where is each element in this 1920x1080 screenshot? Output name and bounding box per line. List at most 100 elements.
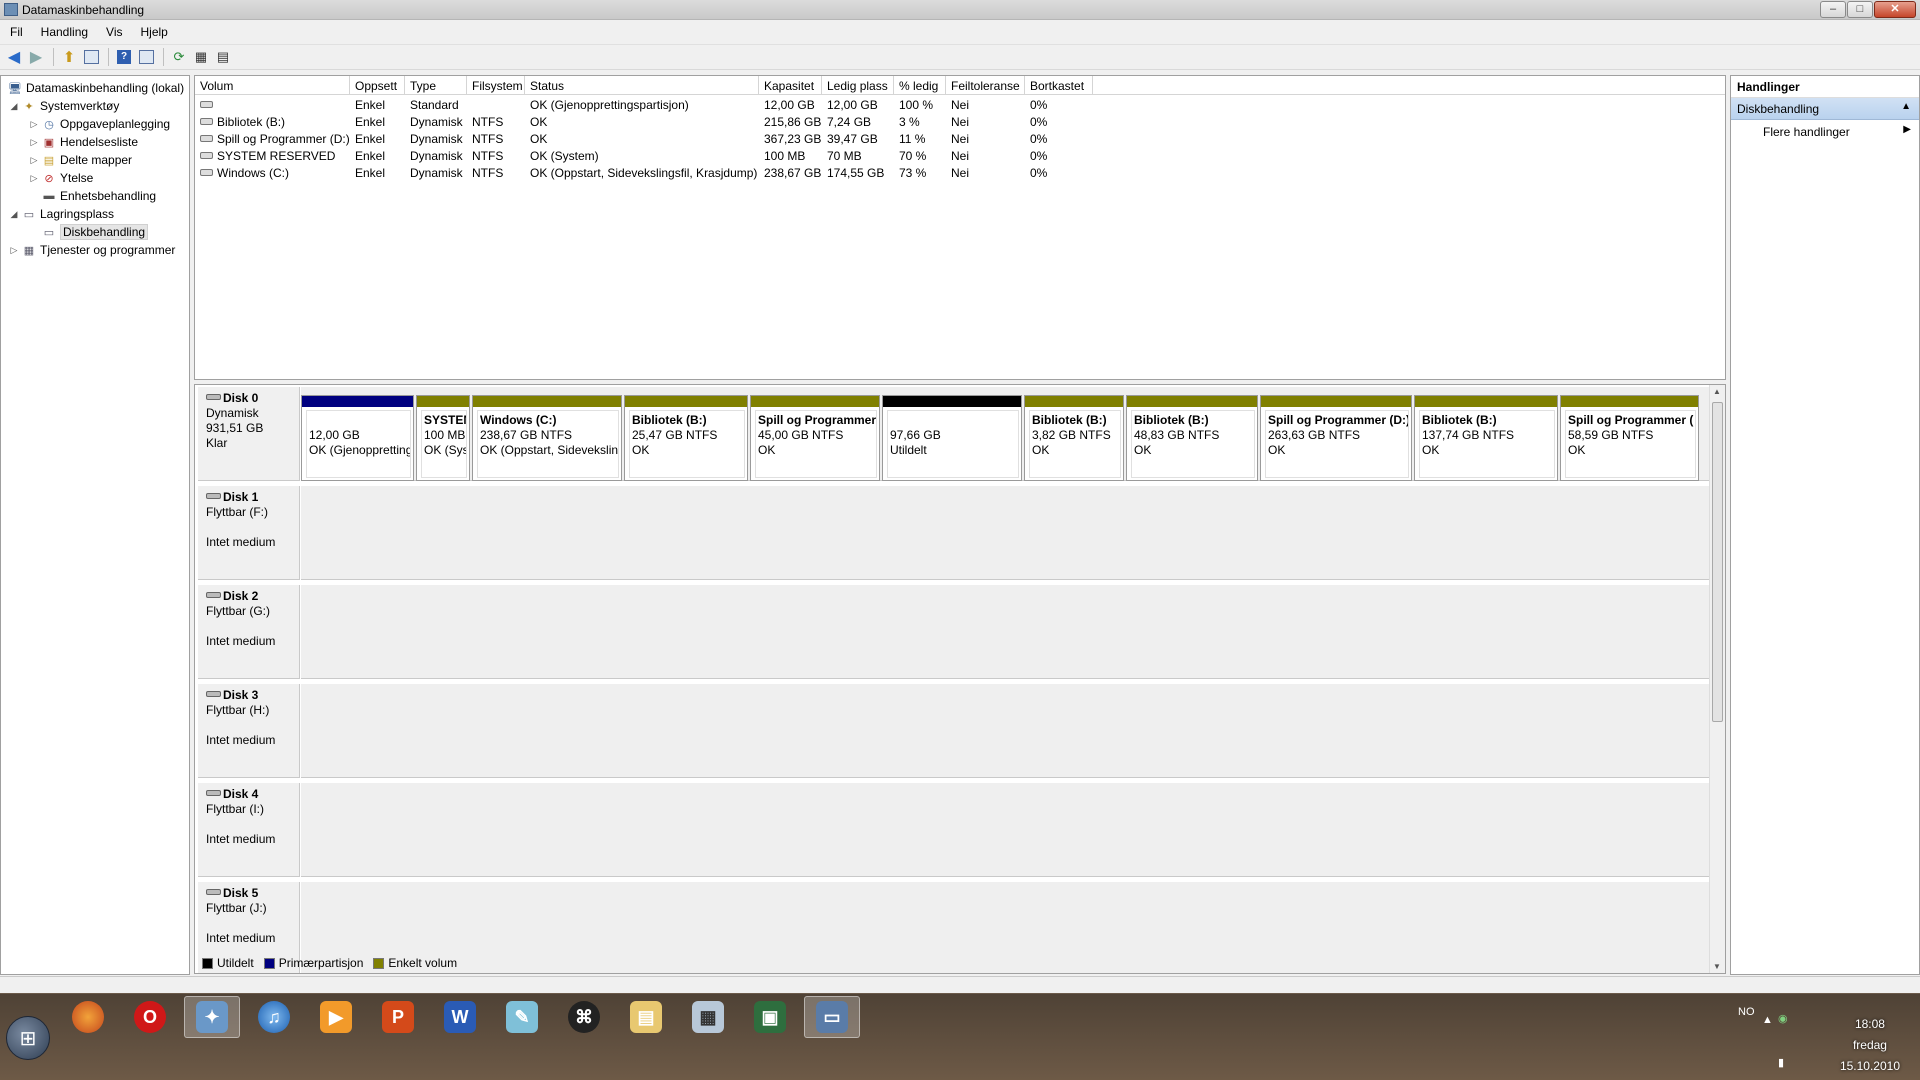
taskbar-media-player[interactable]: ▶ bbox=[308, 996, 364, 1038]
partition-name: Spill og Programmer (D:) bbox=[1268, 413, 1409, 427]
scroll-down-icon[interactable]: ▼ bbox=[1713, 962, 1721, 971]
tree-root[interactable]: 🖥 Datamaskinbehandling (lokal) bbox=[5, 79, 184, 97]
partition-block[interactable]: Spill og Programmer (D:) 263,63 GB NTFS OK bbox=[1260, 395, 1412, 481]
forward-icon[interactable]: ▶ bbox=[26, 47, 46, 67]
menu-handling[interactable]: Handling bbox=[31, 21, 96, 43]
column-header[interactable]: % ledig bbox=[894, 76, 946, 95]
partition-block[interactable]: Bibliotek (B:) 3,82 GB NTFS OK bbox=[1024, 395, 1124, 481]
table-row[interactable]: Bibliotek (B:) Enkel Dynamisk NTFS OK 215,86 … bbox=[195, 113, 1725, 130]
refresh-icon[interactable]: ⟳ bbox=[169, 47, 189, 67]
tree-item-tjenester[interactable]: ▷ ▦ Tjenester og programmer bbox=[9, 241, 176, 259]
disk-label[interactable]: Disk 3 Flyttbar (H:) Intet medium bbox=[198, 684, 300, 778]
legend-label: Utildelt bbox=[217, 956, 254, 970]
cell-text: Dynamisk bbox=[410, 132, 463, 146]
expand-icon[interactable]: ▷ bbox=[29, 119, 39, 130]
partition-block[interactable]: Bibliotek (B:) 25,47 GB NTFS OK bbox=[624, 395, 748, 481]
taskbar-terminal[interactable]: ⌘ bbox=[556, 996, 612, 1038]
table-cell: 11 % bbox=[894, 130, 946, 147]
table-row[interactable]: Windows (C:) Enkel Dynamisk NTFS OK (Oppstar… bbox=[195, 164, 1725, 181]
menu-hjelp[interactable]: Hjelp bbox=[131, 21, 176, 43]
tree-item-delte-mapper[interactable]: ▷ ▤ Delte mapper bbox=[29, 151, 133, 169]
taskbar-steam[interactable]: ✦ bbox=[184, 996, 240, 1038]
column-header[interactable]: Filsystem bbox=[467, 76, 525, 95]
taskbar-word[interactable]: W bbox=[432, 996, 488, 1038]
tree-item-diskbehandling[interactable]: ▭ Diskbehandling bbox=[39, 223, 149, 241]
export-icon[interactable]: ▤ bbox=[213, 47, 233, 67]
actions-section-diskbehandling[interactable]: Diskbehandling ▲ bbox=[1731, 98, 1919, 120]
disk-label[interactable]: Disk 0 Dynamisk 931,51 GB Klar bbox=[198, 387, 300, 481]
help-icon[interactable]: ? bbox=[114, 47, 134, 67]
table-cell: Nei bbox=[946, 147, 1025, 164]
expand-icon[interactable]: ▷ bbox=[9, 245, 19, 256]
network-status-icon[interactable]: ◉ bbox=[1778, 1012, 1788, 1025]
scroll-up-icon[interactable]: ▲ bbox=[1713, 387, 1721, 396]
taskbar-itunes[interactable]: ♫ bbox=[246, 996, 302, 1038]
taskbar-notepad[interactable]: ✎ bbox=[494, 996, 550, 1038]
tree-item-oppgaveplanlegging[interactable]: ▷ ◷ Oppgaveplanlegging bbox=[29, 115, 171, 133]
expand-icon[interactable]: ▷ bbox=[29, 173, 39, 184]
show-hidden-icons-icon[interactable]: ▲ bbox=[1762, 1014, 1773, 1026]
partition-block[interactable]: Spill og Programmer (58,59 GB NTFS OK bbox=[1560, 395, 1699, 481]
partition-block[interactable]: Spill og Programmer 45,00 GB NTFS OK bbox=[750, 395, 880, 481]
column-header[interactable]: Status bbox=[525, 76, 759, 95]
tree-item-enhetsbehandling[interactable]: ▬ Enhetsbehandling bbox=[39, 187, 157, 205]
collapse-icon[interactable]: ◢ bbox=[9, 209, 19, 220]
collapse-arrow-icon[interactable]: ▲ bbox=[1901, 101, 1911, 112]
partition-block[interactable]: Bibliotek (B:) 48,83 GB NTFS OK bbox=[1126, 395, 1258, 481]
table-row[interactable]: Spill og Programmer (D:) Enkel Dynamisk NTF… bbox=[195, 130, 1725, 147]
tree-item-ytelse[interactable]: ▷ ⊘ Ytelse bbox=[29, 169, 94, 187]
language-indicator[interactable]: NO bbox=[1738, 1006, 1755, 1018]
partition-block[interactable]: 97,66 GB Utildelt bbox=[882, 395, 1022, 481]
title-bar[interactable]: Datamaskinbehandling – □ ✕ bbox=[0, 0, 1920, 20]
scroll-thumb[interactable] bbox=[1712, 402, 1723, 722]
menu-vis[interactable]: Vis bbox=[96, 21, 130, 43]
expand-icon[interactable]: ▷ bbox=[29, 137, 39, 148]
column-header[interactable]: Feiltoleranse bbox=[946, 76, 1025, 95]
disk-label[interactable]: Disk 2 Flyttbar (G:) Intet medium bbox=[198, 585, 300, 679]
table-row[interactable]: SYSTEM RESERVED Enkel Dynamisk NTFS OK (Syst… bbox=[195, 147, 1725, 164]
column-header[interactable]: Ledig plass bbox=[822, 76, 894, 95]
clock[interactable]: 18:08 fredag 15.10.2010 bbox=[1840, 1014, 1900, 1077]
show-hide-tree-icon[interactable] bbox=[81, 47, 101, 67]
column-header[interactable]: Oppsett bbox=[350, 76, 405, 95]
table-cell: Enkel bbox=[350, 130, 405, 147]
table-cell: Spill og Programmer (D:) bbox=[195, 130, 350, 147]
show-hide-action-icon[interactable] bbox=[136, 47, 156, 67]
menu-fil[interactable]: Fil bbox=[0, 21, 31, 43]
tree-item-hendelsesliste[interactable]: ▷ ▣ Hendelsesliste bbox=[29, 133, 139, 151]
cell-text: NTFS bbox=[472, 132, 504, 146]
signal-icon[interactable]: ▮ bbox=[1778, 1056, 1784, 1069]
taskbar-opera[interactable]: O bbox=[122, 996, 178, 1038]
taskbar-powerpoint[interactable]: P bbox=[370, 996, 426, 1038]
start-button[interactable]: ⊞ bbox=[6, 1016, 50, 1060]
partition-block[interactable]: Bibliotek (B:) 137,74 GB NTFS OK bbox=[1414, 395, 1558, 481]
vertical-scrollbar[interactable]: ▲ ▼ bbox=[1709, 385, 1725, 973]
column-header[interactable]: Type bbox=[405, 76, 467, 95]
column-header[interactable]: Volum bbox=[195, 76, 350, 95]
taskbar-task-manager[interactable]: ▣ bbox=[742, 996, 798, 1038]
tree-item-systemverktoy[interactable]: ◢ ✦ Systemverktøy bbox=[9, 97, 120, 115]
partition-block[interactable]: SYSTEM RESERVED100 MBOK (System) bbox=[416, 395, 470, 481]
taskbar-explorer[interactable]: ▤ bbox=[618, 996, 674, 1038]
table-row[interactable]: Enkel Standard OK (Gjenopprettingspartisjo… bbox=[195, 96, 1725, 113]
partition-block[interactable]: Windows (C:) 238,67 GB NTFS OK (Oppstart, … bbox=[472, 395, 622, 481]
column-header[interactable]: Bortkastet bbox=[1025, 76, 1093, 95]
tree-item-lagringsplass[interactable]: ◢ ▭ Lagringsplass bbox=[9, 205, 115, 223]
partition-block[interactable]: 12,00 GBOK (Gjenopprettingspartisjon) bbox=[301, 395, 414, 481]
maximize-button[interactable]: □ bbox=[1847, 1, 1873, 18]
expand-icon[interactable]: ▷ bbox=[29, 155, 39, 166]
close-button[interactable]: ✕ bbox=[1874, 1, 1916, 18]
more-actions-item[interactable]: Flere handlinger ▶ bbox=[1731, 120, 1919, 142]
properties-icon[interactable]: ▦ bbox=[191, 47, 211, 67]
cell-text: 238,67 GB bbox=[764, 166, 822, 180]
disk-label[interactable]: Disk 4 Flyttbar (I:) Intet medium bbox=[198, 783, 300, 877]
collapse-icon[interactable]: ◢ bbox=[9, 101, 19, 112]
disk-label[interactable]: Disk 1 Flyttbar (F:) Intet medium bbox=[198, 486, 300, 580]
back-icon[interactable]: ◀ bbox=[4, 47, 24, 67]
taskbar-firefox[interactable] bbox=[60, 996, 116, 1038]
minimize-button[interactable]: – bbox=[1820, 1, 1846, 18]
column-header[interactable]: Kapasitet bbox=[759, 76, 822, 95]
taskbar-calculator[interactable]: ▦ bbox=[680, 996, 736, 1038]
up-icon[interactable]: ⬆ bbox=[59, 47, 79, 67]
taskbar-computer-management[interactable]: ▭ bbox=[804, 996, 860, 1038]
